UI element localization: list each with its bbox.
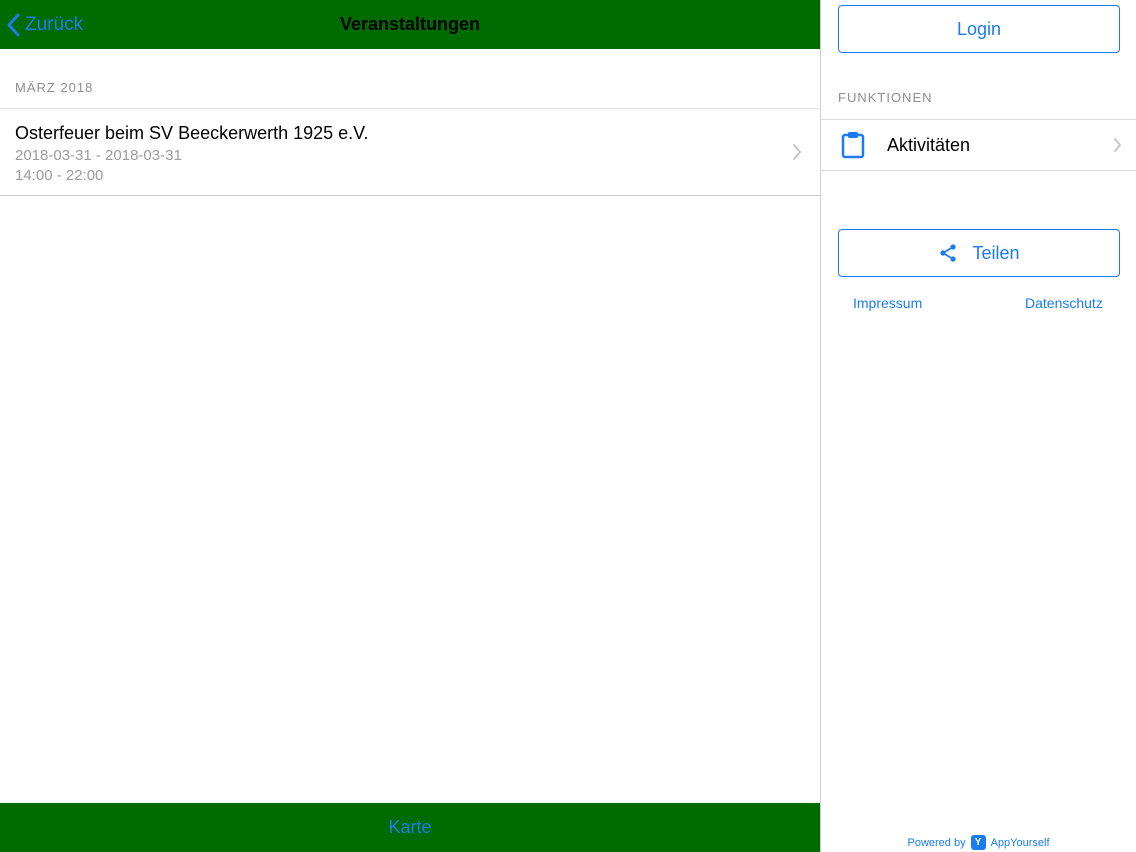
impressum-link[interactable]: Impressum	[853, 295, 922, 311]
clipboard-icon	[841, 132, 865, 159]
main-pane: Zurück Veranstaltungen MÄRZ 2018 Osterfe…	[0, 0, 820, 852]
login-label: Login	[956, 18, 1002, 39]
powered-prefix: Powered by	[907, 836, 966, 849]
datenschutz-link[interactable]: Datenschutz	[1025, 295, 1103, 311]
side-menu: Login FUNKTIONEN Aktivitäten Teilen Impr…	[821, 0, 1136, 852]
divider	[0, 195, 820, 196]
login-button[interactable]: Login	[838, 5, 1120, 53]
appyourself-logo-icon: Y	[970, 835, 986, 850]
share-icon	[940, 244, 957, 262]
powered-brand: AppYourself	[990, 836, 1050, 849]
event-time: 14:00 - 22:00	[15, 167, 104, 184]
activities-label: Aktivitäten	[887, 135, 971, 155]
event-date: 2018-03-31 - 2018-03-31	[15, 147, 182, 164]
page-title: Veranstaltungen	[339, 14, 481, 34]
map-tab-label: Karte	[388, 817, 432, 837]
map-tab-button[interactable]: Karte	[0, 803, 820, 852]
functions-header: FUNKTIONEN	[838, 90, 933, 105]
share-label: Teilen	[972, 242, 1020, 263]
navigation-bar: Zurück Veranstaltungen	[0, 0, 820, 49]
powered-by-link[interactable]: Powered by Y AppYourself	[821, 835, 1136, 850]
chevron-right-icon	[793, 144, 801, 160]
section-header: MÄRZ 2018	[15, 80, 94, 95]
share-button[interactable]: Teilen	[838, 229, 1120, 277]
event-title: Osterfeuer beim SV Beeckerwerth 1925 e.V…	[15, 123, 369, 143]
chevron-right-icon	[1114, 138, 1121, 152]
activities-menu-item[interactable]: Aktivitäten	[821, 120, 1136, 170]
event-list-item[interactable]: Osterfeuer beim SV Beeckerwerth 1925 e.V…	[0, 109, 820, 195]
divider	[821, 170, 1136, 171]
